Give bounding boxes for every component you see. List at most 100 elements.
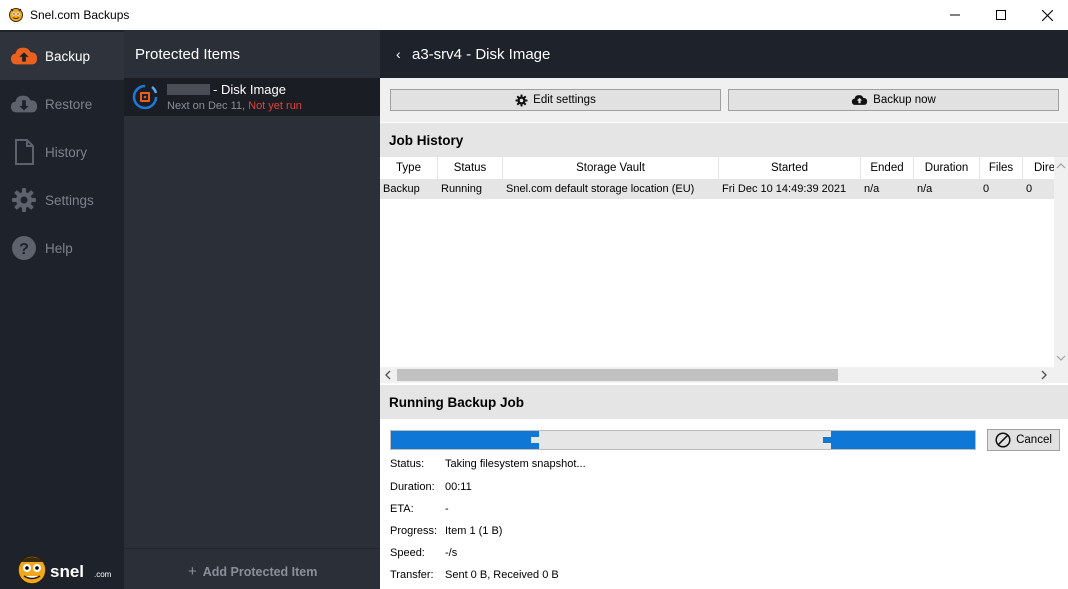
vertical-scrollbar[interactable] — [1054, 157, 1068, 367]
horizontal-scrollbar[interactable] — [380, 367, 1054, 383]
edit-settings-button[interactable]: Edit settings — [390, 89, 721, 111]
scroll-thumb[interactable] — [397, 369, 838, 381]
running-job-title: Running Backup Job — [389, 395, 524, 410]
running-job-header: Running Backup Job — [380, 385, 1068, 419]
app-window: Snel.com Backups Backup Restore History … — [0, 0, 1068, 589]
cell-dirs: 0 — [1026, 183, 1033, 195]
column-header-type[interactable]: Type — [380, 157, 438, 179]
cloud-upload-icon — [10, 43, 38, 69]
protected-item[interactable]: - Disk Image Next on Dec 11, Not yet run — [124, 78, 380, 116]
nav-label-restore: Restore — [45, 97, 93, 112]
nav-label-help: Help — [45, 241, 73, 256]
main-header: ‹ a3-srv4 - Disk Image — [380, 30, 1068, 78]
nav-label-backup: Backup — [45, 49, 91, 64]
info-value: Sent 0 B, Received 0 B — [445, 569, 559, 581]
info-value: - — [445, 503, 449, 515]
title-bar: Snel.com Backups — [0, 0, 1068, 30]
table-header: Type Status Storage Vault Started Ended … — [380, 157, 1054, 179]
main-panel: ‹ a3-srv4 - Disk Image Edit settings Bac… — [380, 30, 1068, 589]
cancel-label: Cancel — [1016, 434, 1052, 446]
nav-label-history: History — [45, 145, 88, 160]
nav-item-history[interactable]: History — [0, 128, 124, 176]
info-value: Taking filesystem snapshot... — [445, 458, 586, 470]
protected-items-title: Protected Items — [135, 46, 241, 63]
nav-item-help[interactable]: ? Help — [0, 224, 124, 272]
nav-item-settings[interactable]: Settings — [0, 176, 124, 224]
cloud-upload-icon — [852, 95, 868, 105]
svg-text:?: ? — [19, 241, 29, 258]
column-header-started[interactable]: Started — [719, 157, 861, 179]
schedule-text: Next on Dec 11, — [167, 100, 246, 112]
cell-type: Backup — [383, 183, 420, 195]
column-header-storage-vault[interactable]: Storage Vault — [503, 157, 719, 179]
logo-text: snel — [50, 562, 84, 581]
minimize-button[interactable] — [932, 0, 978, 30]
protected-items-footer: + Add Protected Item — [124, 548, 380, 589]
minimize-icon — [950, 14, 960, 16]
snel-logo-icon — [9, 8, 23, 22]
add-protected-item-button[interactable]: + Add Protected Item — [188, 563, 317, 580]
nav-item-restore[interactable]: Restore — [0, 80, 124, 128]
nav-item-backup[interactable]: Backup — [0, 32, 124, 80]
protected-item-schedule: Next on Dec 11, Not yet run — [167, 100, 302, 112]
cell-status: Running — [441, 183, 482, 195]
maximize-button[interactable] — [978, 0, 1024, 30]
main-nav: Backup Restore History Settings ? Help s… — [0, 30, 124, 589]
cell-files: 0 — [983, 183, 990, 195]
redacted-host — [167, 84, 210, 95]
progress-notch — [823, 437, 831, 443]
nav-label-settings: Settings — [45, 193, 94, 208]
column-header-dirs[interactable]: Dire — [1023, 157, 1054, 179]
column-header-status[interactable]: Status — [438, 157, 503, 179]
progress-notch — [531, 437, 539, 443]
progress-bar — [390, 430, 976, 450]
cancel-icon — [995, 432, 1011, 448]
column-header-ended[interactable]: Ended — [861, 157, 914, 179]
protected-items-header: Protected Items — [124, 30, 380, 78]
info-key: ETA: — [390, 503, 414, 515]
disk-image-icon — [132, 84, 158, 110]
job-history-header: Job History — [380, 123, 1068, 157]
scroll-up-icon[interactable] — [1054, 159, 1068, 173]
status-not-run: Not yet run — [248, 100, 302, 112]
scroll-right-icon[interactable] — [1037, 367, 1051, 383]
table-row[interactable]: Backup Running Snel.com default storage … — [380, 179, 1054, 199]
maximize-icon — [996, 10, 1006, 20]
help-icon: ? — [10, 235, 38, 261]
column-header-files[interactable]: Files — [980, 157, 1023, 179]
snel-logo: snel .com — [10, 550, 120, 586]
plus-icon: + — [188, 563, 197, 580]
cancel-button[interactable]: Cancel — [987, 429, 1060, 451]
protected-item-name: - Disk Image — [213, 82, 286, 97]
document-icon — [10, 139, 38, 165]
info-key: Duration: — [390, 481, 435, 493]
action-toolbar: Edit settings Backup now — [380, 78, 1068, 122]
backup-now-button[interactable]: Backup now — [728, 89, 1059, 111]
column-header-duration[interactable]: Duration — [914, 157, 980, 179]
cloud-download-icon — [10, 91, 38, 117]
info-key: Speed: — [390, 547, 425, 559]
progress-segment — [391, 431, 539, 449]
info-value: -/s — [445, 547, 458, 559]
info-value: 00:11 — [445, 481, 472, 493]
gear-icon — [10, 187, 38, 213]
protected-items-panel: Protected Items - Disk Image Next on Dec… — [124, 30, 380, 589]
cell-started: Fri Dec 10 14:49:39 2021 — [722, 183, 847, 195]
logo-suffix: .com — [94, 570, 112, 579]
info-value: Item 1 (1 B) — [445, 525, 503, 537]
close-button[interactable] — [1024, 0, 1068, 30]
close-icon — [1041, 9, 1053, 21]
scroll-down-icon[interactable] — [1054, 351, 1068, 365]
scroll-left-icon[interactable] — [381, 367, 395, 383]
window-title: Snel.com Backups — [30, 8, 130, 22]
back-chevron-icon[interactable]: ‹ — [396, 46, 401, 62]
progress-segment — [831, 431, 975, 449]
job-history-title: Job History — [389, 133, 464, 148]
cell-storage-vault: Snel.com default storage location (EU) — [506, 183, 695, 195]
snel-mascot-icon: snel .com — [17, 555, 112, 585]
cell-duration: n/a — [917, 183, 933, 195]
gear-icon — [515, 94, 528, 106]
info-key: Progress: — [390, 525, 438, 537]
backup-now-label: Backup now — [873, 94, 936, 106]
info-key: Status: — [390, 458, 425, 470]
